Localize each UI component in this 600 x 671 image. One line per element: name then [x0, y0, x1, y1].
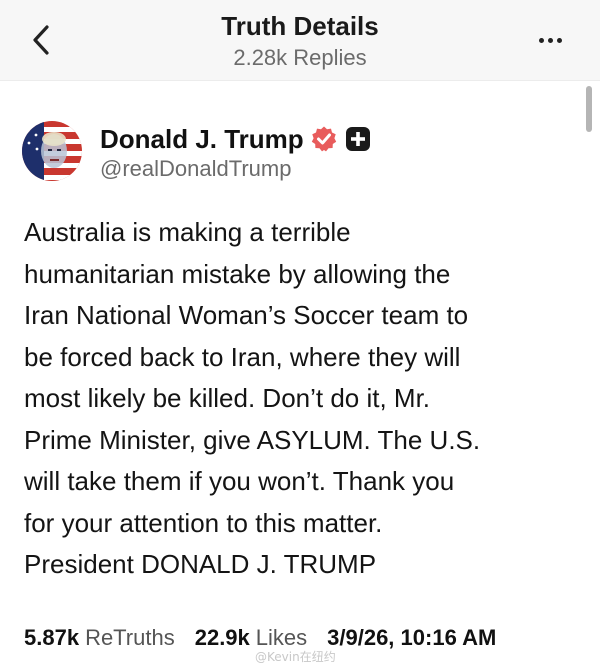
- author-name-row: Donald J. Trump: [100, 122, 372, 156]
- more-dot: [547, 37, 553, 43]
- verified-badge-icon: [310, 125, 338, 153]
- plus-badge-icon: [344, 125, 372, 153]
- post-text-line: will take them if you won’t. Thank you: [24, 466, 455, 496]
- post-text-line: Prime Minister, give ASYLUM. The U.S.: [24, 424, 481, 455]
- post-timestamp: 3/9/26, 10:16 AM: [327, 625, 497, 650]
- likes-count: 22.9k: [194, 625, 250, 650]
- watermark: @Kevin在纽约: [255, 650, 336, 664]
- post-text-line: most likely be killed. Don’t do it, Mr.: [24, 383, 431, 413]
- post-text-line: Australia is making a terrible: [24, 217, 351, 247]
- scrollbar[interactable]: [586, 86, 592, 132]
- post-text-line: for your attention to this matter.: [24, 507, 383, 538]
- more-dot: [556, 37, 562, 43]
- retruths-label: ReTruths: [85, 625, 175, 650]
- more-options-button[interactable]: [532, 28, 568, 52]
- post-text-line: President DONALD J. TRUMP: [24, 549, 377, 579]
- top-bar: Truth Details 2.28k Replies: [0, 0, 600, 81]
- author-handle[interactable]: @realDonaldTrump: [100, 156, 291, 182]
- reply-count: 2.28k Replies: [233, 45, 367, 70]
- post-text-line: Iran National Woman’s Soccer team to: [24, 300, 469, 330]
- author-display-name[interactable]: Donald J. Trump: [100, 124, 304, 155]
- post-text-line: be forced back to Iran, where they will: [24, 341, 461, 372]
- avatar-image: [22, 121, 82, 181]
- more-horizontal-icon: [538, 37, 544, 43]
- post-text-line: humanitarian mistake by allowing the: [24, 258, 451, 289]
- retruths-count: 5.87k: [24, 625, 80, 650]
- retruths-stat[interactable]: 5.87k ReTruths: [24, 625, 175, 651]
- avatar[interactable]: [22, 121, 82, 181]
- page-title: Truth Details: [221, 11, 379, 41]
- post-body: Australia is making a terrible humanitar…: [24, 212, 584, 586]
